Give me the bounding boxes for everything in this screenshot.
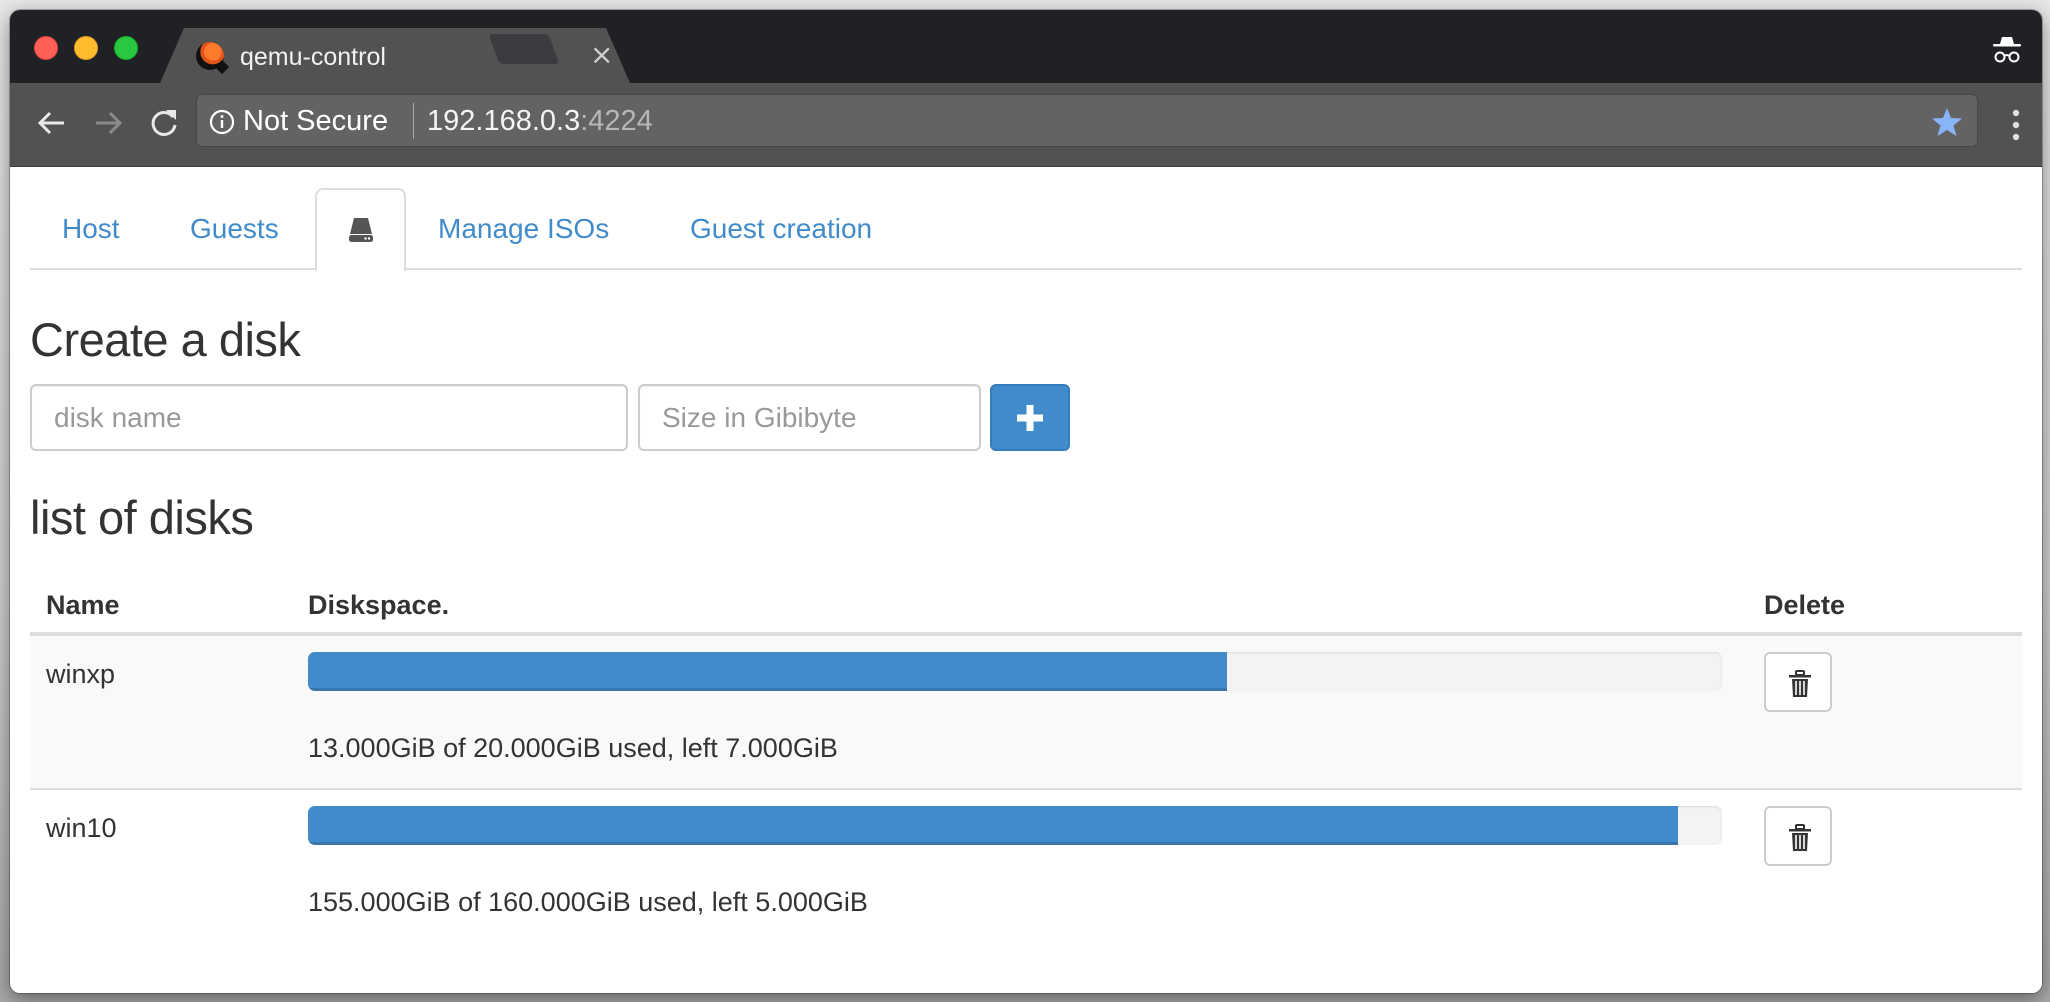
info-icon[interactable] (209, 109, 235, 135)
maximize-window-button[interactable] (114, 36, 138, 60)
tab-guests[interactable]: Guests (158, 188, 311, 270)
browser-tab-active[interactable]: qemu-control × (160, 28, 630, 83)
address-bar[interactable]: Not Secure 192.168.0.3:4224 (196, 94, 1978, 147)
disk-usage-progress (308, 652, 1722, 691)
url-host: 192.168.0.3 (427, 105, 581, 137)
add-disk-button[interactable] (990, 384, 1070, 451)
incognito-icon (1993, 37, 2021, 63)
disk-list-heading: list of disks (30, 491, 254, 544)
url-text[interactable]: 192.168.0.3:4224 (427, 104, 653, 138)
hdd-icon (349, 218, 373, 242)
star-icon[interactable] (1931, 106, 1963, 138)
nav-tabs: Host Guests Manage ISOs Guest creation (30, 188, 2022, 272)
browser-window: qemu-control × Not Secure 192.168.0.3:42… (10, 10, 2042, 993)
page-content: Host Guests Manage ISOs Guest creation C… (10, 168, 2042, 993)
trash-icon (1789, 670, 1811, 697)
close-window-button[interactable] (34, 36, 58, 60)
tab-host[interactable]: Host (30, 188, 152, 270)
disk-table: Name Diskspace. Delete winxp 13.000GiB o… (30, 574, 2022, 944)
disk-name: winxp (46, 659, 116, 689)
qemu-favicon-icon (196, 42, 224, 70)
disk-usage-progress (308, 806, 1722, 845)
omnibox-divider (413, 103, 414, 139)
reload-icon[interactable] (144, 103, 184, 143)
column-header-delete: Delete (1764, 590, 1846, 620)
disk-usage-progress-fill (308, 652, 1228, 691)
disk-size-input[interactable] (638, 384, 981, 451)
column-header-diskspace: Diskspace. (308, 590, 450, 620)
minimize-window-button[interactable] (74, 36, 98, 60)
tab-guest-creation[interactable]: Guest creation (658, 188, 904, 270)
tab-manage-isos[interactable]: Manage ISOs (406, 188, 641, 270)
browser-tab-title: qemu-control (240, 43, 386, 71)
table-header: Name Diskspace. Delete (30, 574, 2022, 636)
plus-icon (1017, 405, 1043, 431)
disk-name-input[interactable] (30, 384, 628, 451)
create-disk-heading: Create a disk (30, 313, 301, 366)
table-row: winxp 13.000GiB of 20.000GiB used, left … (30, 636, 2022, 790)
trash-icon (1789, 824, 1811, 851)
table-row: win10 155.000GiB of 160.000GiB used, lef… (30, 790, 2022, 944)
url-port: :4224 (580, 105, 653, 137)
arrow-right-icon[interactable] (88, 103, 128, 143)
tab-close-icon[interactable]: × (590, 40, 613, 70)
security-status[interactable]: Not Secure (243, 104, 388, 138)
tab-disks[interactable] (315, 188, 406, 272)
arrow-left-icon[interactable] (32, 103, 72, 143)
disk-usage-progress-fill (308, 806, 1678, 845)
column-header-name: Name (46, 590, 120, 620)
delete-disk-button[interactable] (1764, 806, 1832, 866)
disk-usage-text: 155.000GiB of 160.000GiB used, left 5.00… (308, 887, 868, 917)
browser-toolbar: Not Secure 192.168.0.3:4224 (10, 83, 2042, 167)
new-tab-button[interactable] (488, 34, 560, 64)
disk-usage-text: 13.000GiB of 20.000GiB used, left 7.000G… (308, 733, 838, 763)
kebab-menu-icon[interactable] (2012, 109, 2020, 141)
disk-name: win10 (46, 813, 117, 843)
browser-tab-strip: qemu-control × (10, 10, 2042, 83)
delete-disk-button[interactable] (1764, 652, 1832, 712)
